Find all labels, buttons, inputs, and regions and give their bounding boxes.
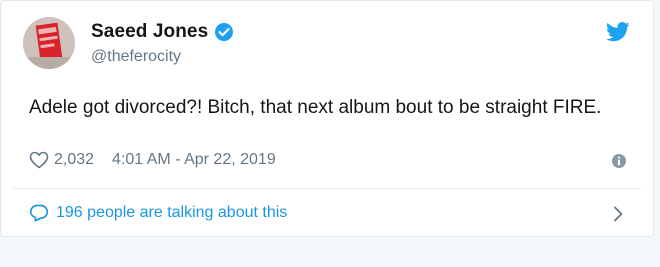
display-name[interactable]: Saeed Jones <box>91 21 208 43</box>
chevron-right-icon[interactable] <box>612 206 624 222</box>
avatar-image <box>23 17 75 69</box>
verified-badge-icon <box>214 22 234 42</box>
author-name-row[interactable]: Saeed Jones <box>91 21 234 43</box>
avatar[interactable] <box>23 17 75 69</box>
heart-outline-icon[interactable] <box>29 151 49 169</box>
conversation-link[interactable]: 196 people are talking about this <box>29 204 287 222</box>
tweet-card[interactable]: Saeed Jones @theferocity Adele got divor… <box>0 0 654 237</box>
like-count[interactable]: 2,032 <box>54 151 94 169</box>
talking-count-text[interactable]: 196 people are talking about this <box>56 204 287 222</box>
tweet-timestamp[interactable]: 4:01 AM - Apr 22, 2019 <box>112 151 276 169</box>
info-circle-icon[interactable] <box>611 153 627 169</box>
user-handle[interactable]: @theferocity <box>91 48 181 66</box>
tweet-text: Adele got divorced?! Bitch, that next al… <box>29 97 602 118</box>
divider <box>13 188 641 189</box>
speech-bubble-icon <box>29 204 49 222</box>
twitter-bird-icon[interactable] <box>606 22 630 42</box>
tweet-meta: 2,032 4:01 AM - Apr 22, 2019 <box>29 151 276 169</box>
